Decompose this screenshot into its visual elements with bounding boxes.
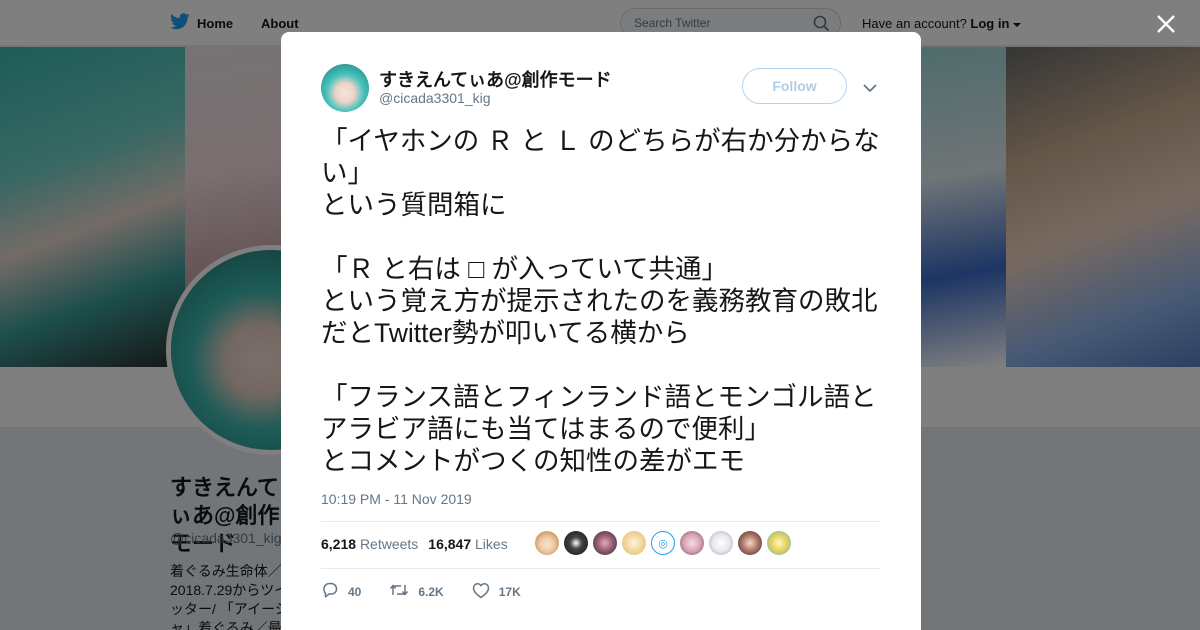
liker-avatar[interactable] (593, 531, 617, 555)
retweets-count: 6,218 (321, 536, 357, 552)
tweet-modal: すきえんてぃあ@創作モード @cicada3301_kig Follow 「イヤ… (281, 32, 921, 630)
liker-avatar[interactable] (680, 531, 704, 555)
retweet-count: 6.2K (418, 584, 444, 599)
liker-avatar[interactable] (709, 531, 733, 555)
author-avatar[interactable] (321, 64, 369, 112)
retweets-stat[interactable]: 6,218 Retweets (321, 536, 418, 552)
retweets-label: Retweets (359, 536, 419, 552)
follow-button[interactable]: Follow (742, 68, 847, 104)
liker-avatar[interactable] (564, 531, 588, 555)
liker-avatars: ◎ (535, 531, 791, 555)
divider (321, 521, 881, 522)
author-handle[interactable]: @cicada3301_kig (379, 90, 491, 106)
tweet-timestamp[interactable]: 10:19 PM - 11 Nov 2019 (321, 491, 472, 507)
reply-count: 40 (348, 584, 362, 599)
liker-avatar[interactable] (622, 531, 646, 555)
likes-label: Likes (475, 536, 508, 552)
likes-stat[interactable]: 16,847 Likes (428, 536, 507, 552)
close-icon[interactable] (1153, 11, 1179, 37)
tweet-actions: 40 6.2K 17K (321, 581, 549, 602)
tweet-stats: 6,218 Retweets 16,847 Likes (321, 536, 508, 552)
liker-avatar[interactable] (535, 531, 559, 555)
tweet-text: 「イヤホンの Ｒ と Ｌ のどちらが右か分からない」 という質問箱に 「Ｒ と右… (321, 126, 880, 476)
reply-icon (321, 581, 339, 602)
likes-count: 16,847 (428, 536, 472, 552)
retweet-icon (389, 581, 409, 602)
reply-button[interactable]: 40 (321, 581, 361, 602)
liker-avatar[interactable]: ◎ (651, 531, 675, 555)
like-button[interactable]: 17K (472, 582, 521, 602)
like-icon (472, 582, 490, 602)
liker-avatar[interactable] (767, 531, 791, 555)
author-name[interactable]: すきえんてぃあ@創作モード (379, 66, 612, 92)
liker-avatar[interactable] (738, 531, 762, 555)
divider (321, 568, 881, 569)
like-count: 17K (498, 584, 521, 599)
chevron-down-icon[interactable] (863, 80, 877, 98)
retweet-button[interactable]: 6.2K (389, 581, 444, 602)
